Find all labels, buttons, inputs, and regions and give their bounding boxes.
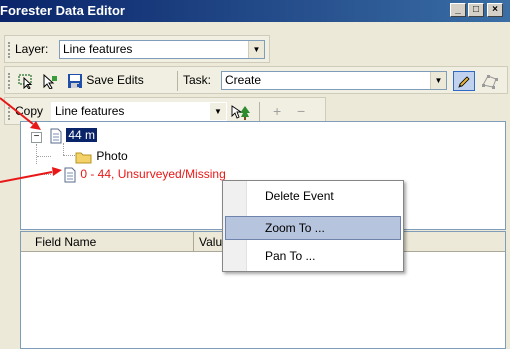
annotation-arrows bbox=[0, 97, 62, 183]
annotation-arrow-event bbox=[0, 171, 53, 183]
arrowhead-icon bbox=[52, 167, 62, 176]
annotation-arrow-root bbox=[0, 97, 34, 125]
